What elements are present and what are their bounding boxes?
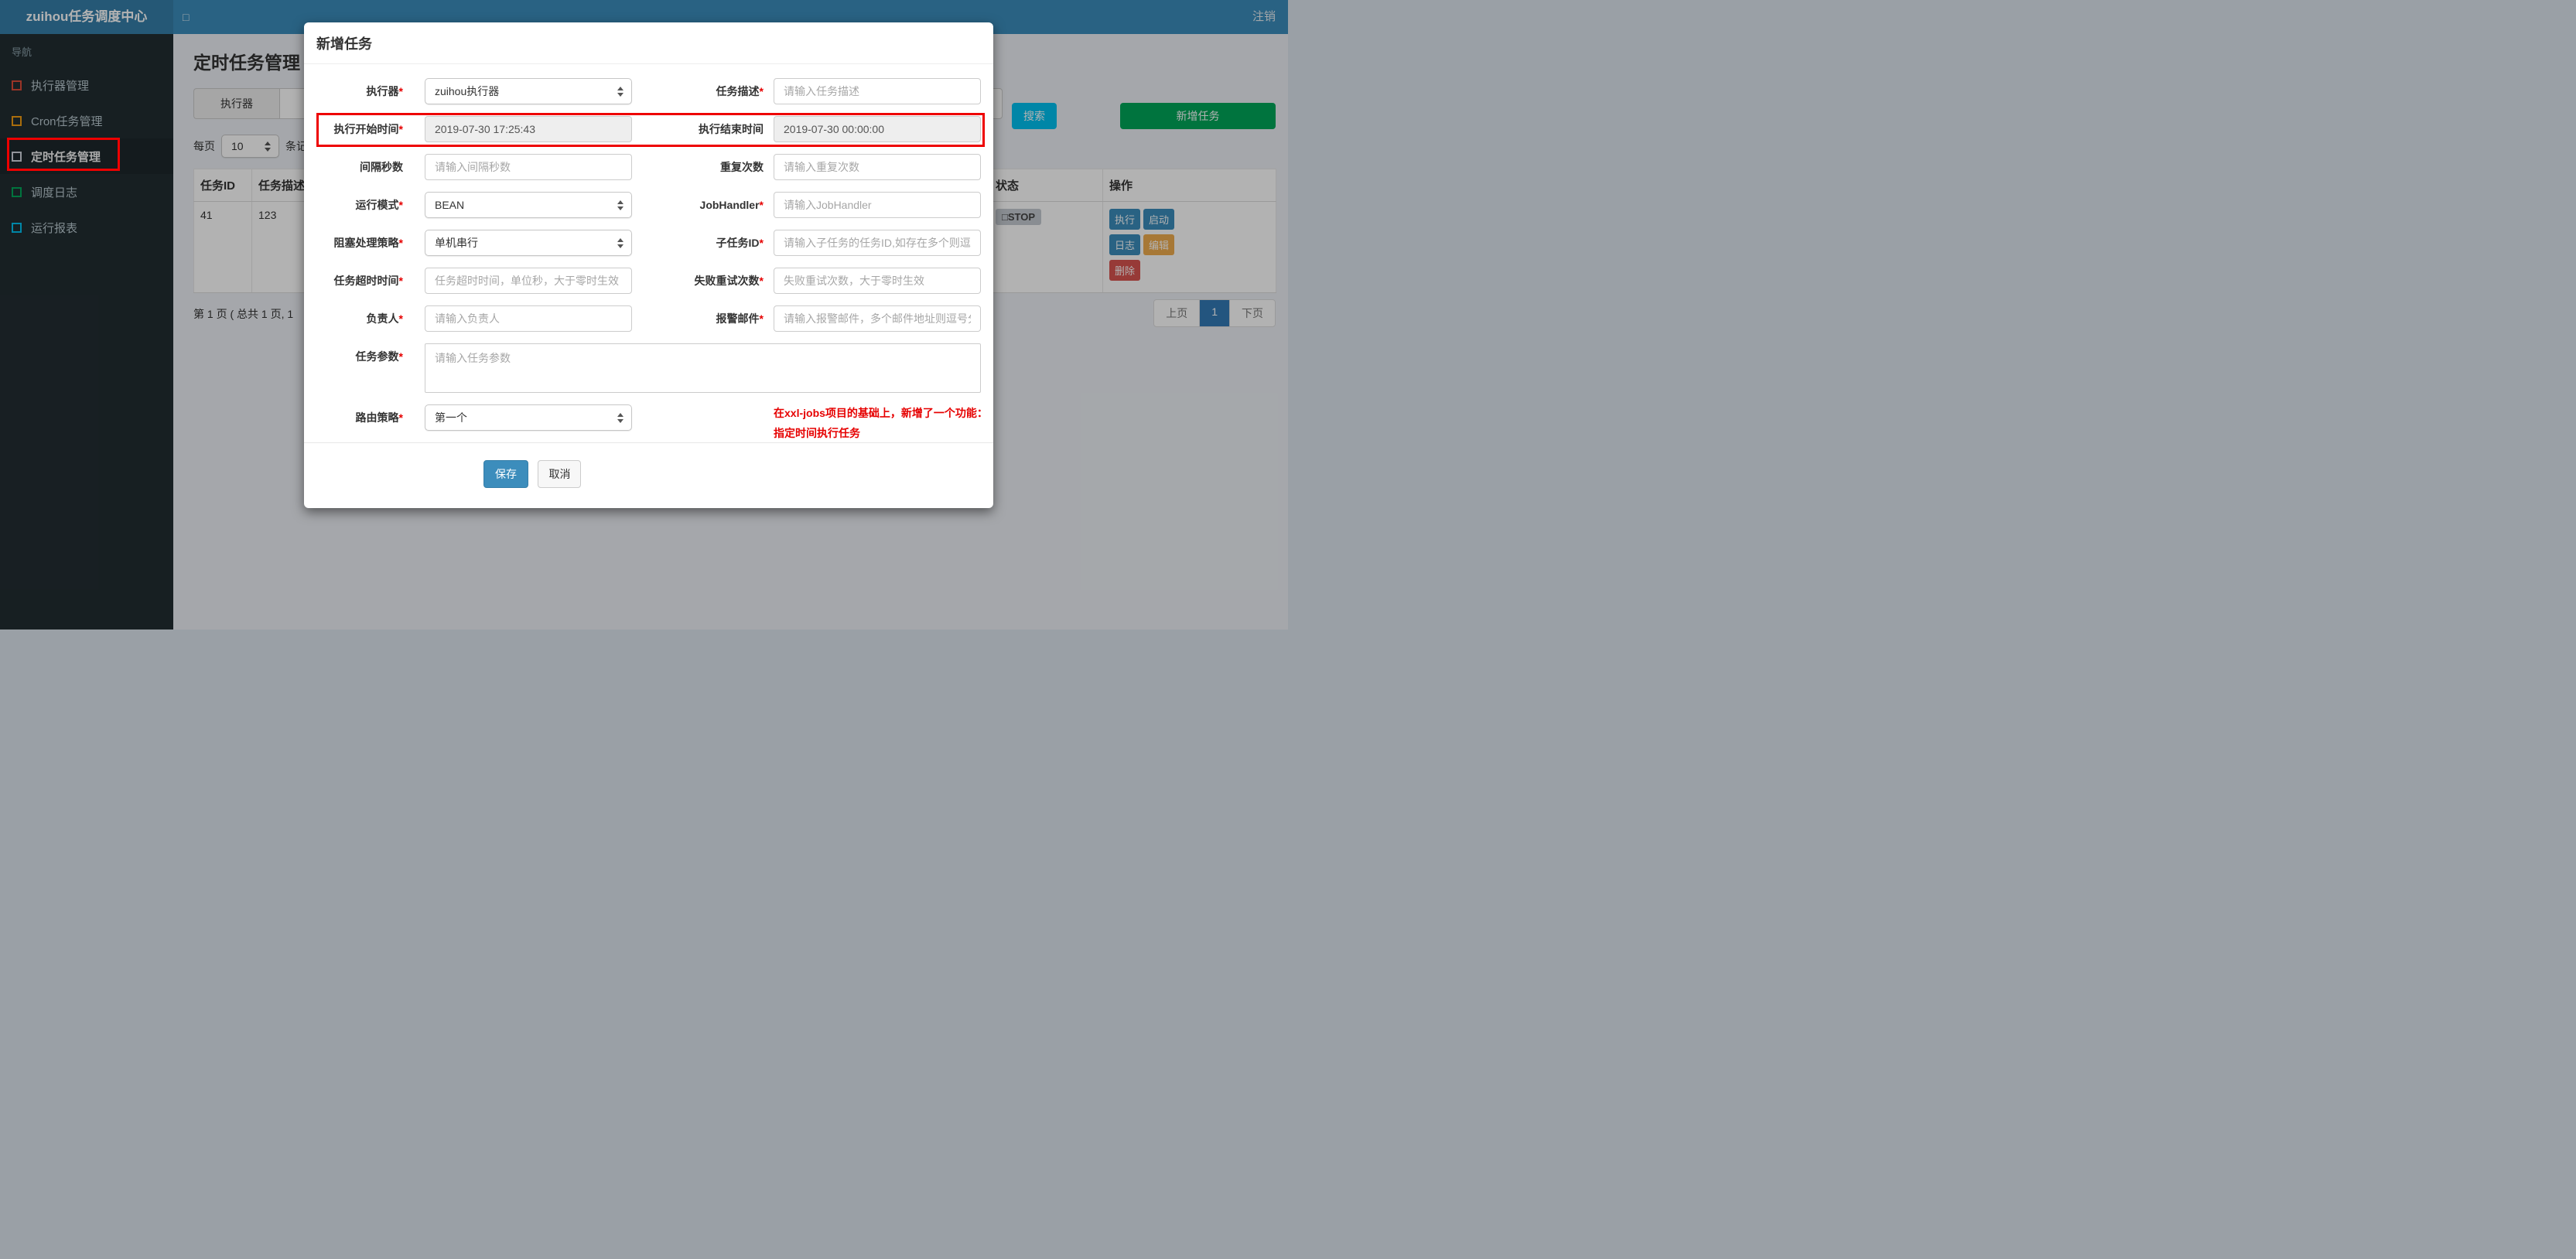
select-arrows-icon (617, 200, 624, 210)
child-job-label: 子任务ID* (716, 237, 764, 249)
interval-input[interactable] (425, 154, 632, 180)
block-strategy-label: 阻塞处理策略* (333, 237, 403, 249)
task-desc-label: 任务描述* (716, 85, 764, 97)
add-task-modal: 新增任务 执行器* zuihou执行器 任务描述* 执行开始时间* 执行结束时间… (304, 22, 993, 508)
end-time-input[interactable] (774, 116, 981, 142)
run-mode-label: 运行模式* (355, 199, 403, 211)
child-job-input[interactable] (774, 230, 981, 256)
owner-input[interactable] (425, 305, 632, 332)
end-time-label: 执行结束时间 (699, 123, 764, 135)
start-time-label: 执行开始时间* (333, 123, 403, 135)
job-handler-input[interactable] (774, 192, 981, 218)
route-strategy-label: 路由策略* (355, 411, 403, 424)
task-desc-input[interactable] (774, 78, 981, 104)
app-root: zuihou任务调度中心 □ 注销 导航 执行器管理 Cron任务管理 定时任务… (0, 0, 1288, 630)
executor-select[interactable]: zuihou执行器 (425, 78, 632, 104)
repeat-label: 重复次数 (720, 161, 764, 173)
modal-footer: 保存 取消 (304, 442, 993, 488)
timeout-input[interactable] (425, 268, 632, 294)
task-params-label: 任务参数* (355, 350, 403, 363)
interval-label: 间隔秒数 (360, 161, 403, 173)
select-arrows-icon (617, 412, 624, 423)
select-arrows-icon (617, 237, 624, 248)
red-annotation-note: 在xxl-jobs项目的基础上，新增了一个功能： 指定时间执行任务 (774, 407, 988, 439)
modal-header: 新增任务 (304, 22, 993, 64)
start-time-input[interactable] (425, 116, 632, 142)
route-strategy-select[interactable]: 第一个 (425, 404, 632, 431)
owner-label: 负责人* (366, 312, 403, 325)
block-strategy-select-value: 单机串行 (435, 237, 478, 249)
job-handler-label: JobHandler* (699, 199, 764, 211)
alarm-email-input[interactable] (774, 305, 981, 332)
executor-select-value: zuihou执行器 (435, 85, 500, 97)
retry-label: 失败重试次数* (694, 275, 764, 287)
repeat-input[interactable] (774, 154, 981, 180)
run-mode-select-value: BEAN (435, 199, 465, 211)
save-button[interactable]: 保存 (483, 460, 528, 488)
select-arrows-icon (617, 86, 624, 97)
task-params-textarea[interactable] (425, 343, 981, 393)
block-strategy-select[interactable]: 单机串行 (425, 230, 632, 256)
run-mode-select[interactable]: BEAN (425, 192, 632, 218)
timeout-label: 任务超时时间* (333, 275, 403, 287)
executor-label: 执行器* (366, 85, 403, 97)
modal-body: 执行器* zuihou执行器 任务描述* 执行开始时间* 执行结束时间 间隔秒数… (304, 64, 993, 431)
modal-title: 新增任务 (316, 36, 372, 52)
route-strategy-select-value: 第一个 (435, 411, 467, 424)
retry-input[interactable] (774, 268, 981, 294)
cancel-button[interactable]: 取消 (538, 460, 582, 488)
alarm-email-label: 报警邮件* (716, 312, 764, 325)
